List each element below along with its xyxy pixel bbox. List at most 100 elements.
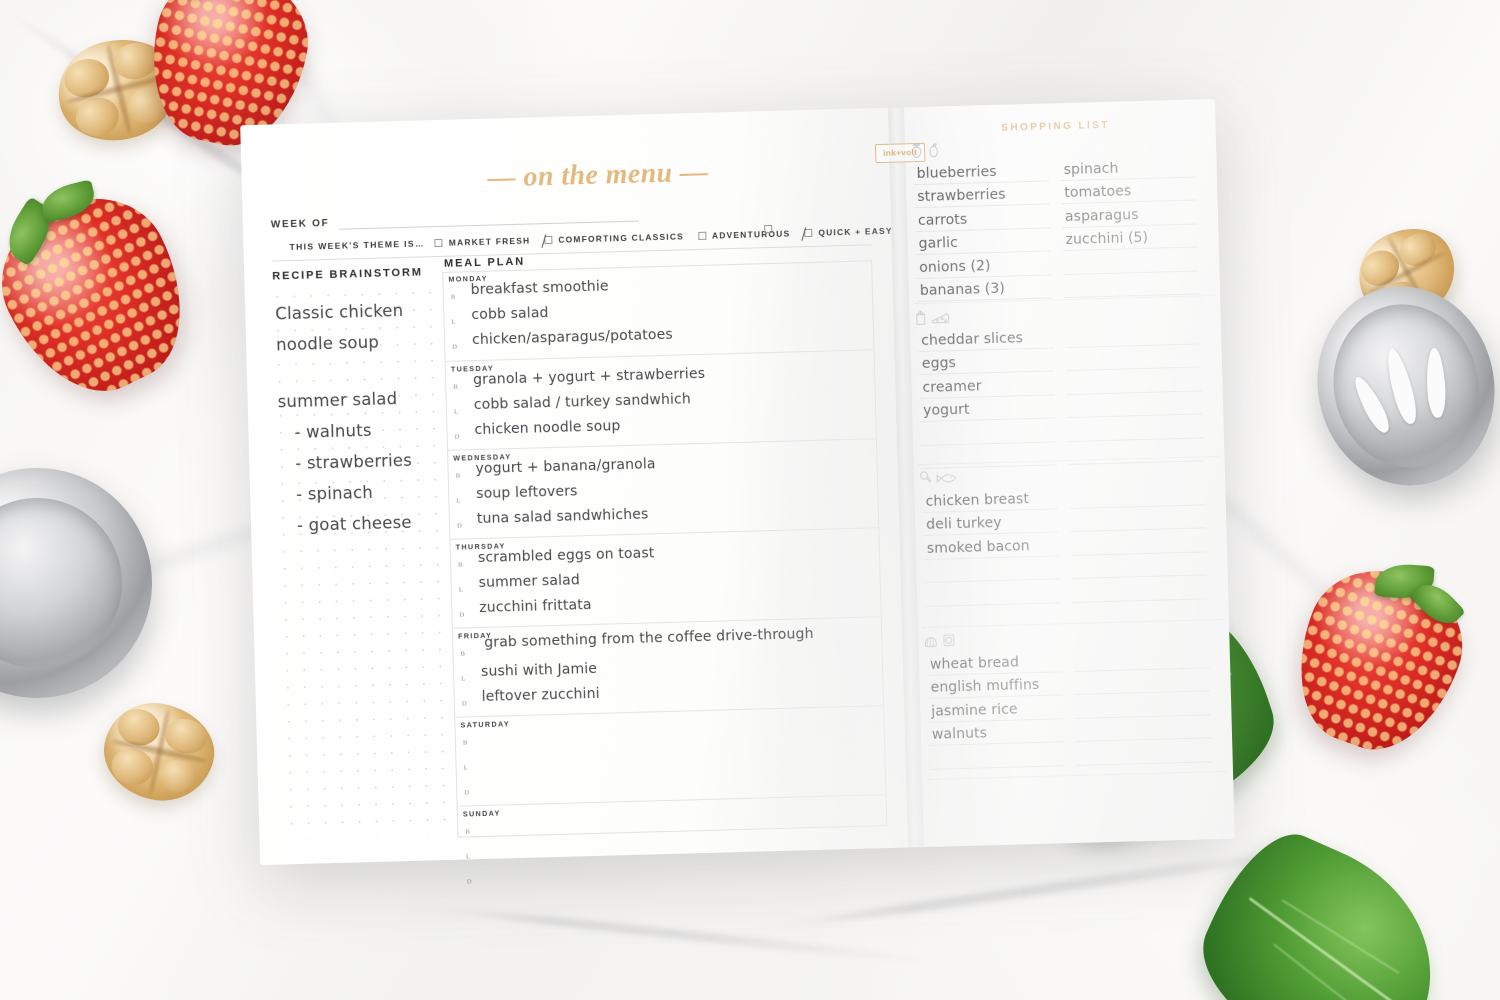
shopping-list-item: onions (2): [919, 257, 991, 276]
row-rule: [1076, 760, 1212, 766]
meal-slot-label: B: [453, 383, 459, 391]
shopping-list-item: creamer: [922, 377, 982, 396]
shopping-list-row[interactable]: [1064, 271, 1200, 299]
page-title: — on the menu —: [487, 156, 709, 194]
meal-entry-text: zucchini frittata: [479, 596, 592, 617]
section-separator: [922, 618, 1223, 629]
meal-entry-text: scrambled eggs on toast: [477, 545, 655, 567]
shopping-list-row[interactable]: [1072, 575, 1208, 603]
theme-option-market-fresh[interactable]: MARKET FRESH: [434, 236, 531, 249]
meal-slot-label: B: [458, 561, 463, 569]
day-name: SATURDAY: [460, 719, 511, 730]
shopping-list-item: zucchini (5): [1065, 229, 1149, 249]
drumstick-icon: [919, 471, 932, 485]
meal-entry-text: leftover zucchini: [481, 685, 600, 705]
shopping-list-item: smoked bacon: [926, 537, 1030, 557]
meal-slot-label: D: [461, 700, 468, 708]
meal-slot-label: L: [458, 586, 464, 594]
shopping-list-section: cheddar slices eggs creamer yogurt: [914, 302, 1214, 470]
meal-slot-label: B: [462, 739, 468, 747]
checkbox-blank-theme[interactable]: [764, 224, 773, 234]
theme-option-label: COMFORTING CLASSICS: [558, 231, 685, 245]
shopping-list-section: blueberries strawberries carrots garlic onio…: [910, 135, 1210, 303]
week-of-input[interactable]: [339, 220, 639, 230]
theme-label: THIS WEEK'S THEME IS…: [289, 238, 426, 253]
meal-entry-text: grab something from the coffee drive-thr…: [484, 625, 814, 651]
row-rule: [925, 601, 1061, 607]
week-of-label: WEEK OF: [270, 217, 330, 231]
theme-option-quick-easy[interactable]: QUICK + EASY: [804, 226, 893, 238]
shopping-list-row[interactable]: bananas (3): [917, 275, 1053, 303]
theme-selector: THIS WEEK'S THEME IS… MARKET FRESH COMFO…: [289, 225, 906, 252]
meal-slot-label: L: [451, 318, 456, 326]
shopping-list-item: jasmine rice: [931, 701, 1018, 720]
meal-slot-label: L: [453, 408, 459, 416]
row-rule: [1072, 597, 1208, 603]
section-icons: [910, 142, 940, 158]
shopping-list-row[interactable]: [1076, 738, 1212, 766]
checkbox-adventurous[interactable]: [697, 231, 707, 240]
shopping-list-row[interactable]: [925, 579, 1061, 607]
day-name: SUNDAY: [462, 808, 501, 819]
shopping-list-item: eggs: [921, 355, 957, 372]
shopping-list-item: tomatoes: [1064, 183, 1132, 202]
meal-slot-label: D: [452, 343, 458, 351]
meal-slot-label: B: [455, 472, 461, 480]
shopping-list-row[interactable]: [921, 442, 1057, 470]
meal-slot-label: B: [450, 293, 456, 301]
meal-plan-day: THURSDAY Bscrambled eggs on toast Lsummer …: [449, 527, 882, 628]
meal-slot-label: D: [454, 433, 460, 441]
brainstorm-line: - strawberries: [295, 450, 413, 473]
section-icons: [919, 470, 957, 485]
meal-entry-text: summer salad: [478, 572, 581, 592]
recipe-brainstorm-notes[interactable]: Classic chicken noodle soup summer salad…: [275, 294, 462, 542]
meal-slot-label: D: [464, 789, 470, 797]
checkbox-market-fresh[interactable]: [434, 238, 443, 248]
meal-slot-label: B: [460, 650, 466, 658]
bread-loaf-icon: [923, 636, 938, 648]
section-icons: [923, 633, 955, 648]
pear-icon: [927, 142, 940, 158]
shopping-list-item: bananas (3): [919, 280, 1006, 299]
shopping-list-item: blueberries: [916, 163, 997, 182]
meal-entry-text: tuna salad sandwhiches: [476, 506, 649, 528]
meal-entry-text: cobb salad: [471, 305, 549, 324]
theme-option-adventurous[interactable]: ADVENTUROUS: [697, 228, 791, 241]
shopping-list-section: wheat bread english muffins jasmine rice wa…: [923, 626, 1223, 770]
shopping-list-item: garlic: [918, 234, 959, 253]
meal-entry-text: breakfast smoothie: [470, 278, 609, 299]
section-separator: [927, 770, 1228, 780]
can-icon: [942, 633, 955, 647]
shopping-list-item: strawberries: [917, 186, 1006, 206]
cheese-wedge-icon: [930, 311, 950, 325]
shopping-list-item: chicken breast: [925, 490, 1030, 510]
meal-plan-day: SUNDAY B L D: [456, 794, 889, 895]
theme-option-comforting-classics[interactable]: COMFORTING CLASSICS: [544, 231, 684, 245]
meal-entry-text: granola + yogurt + strawberries: [472, 365, 706, 389]
checkbox-quick-easy[interactable]: [804, 228, 813, 238]
shopping-list-item: asparagus: [1064, 206, 1139, 225]
row-rule: [921, 464, 1057, 470]
meal-entry-text: yogurt + banana/granola: [475, 456, 656, 478]
shopping-list-item: carrots: [917, 211, 968, 229]
meal-plan-day: SATURDAY B L D: [454, 705, 887, 806]
section-icons: [914, 309, 950, 325]
recipe-brainstorm-heading: RECIPE BRAINSTORM: [272, 266, 424, 283]
meal-planner-notebook: — on the menu — ink+volt WEEK OF THIS WE…: [240, 98, 1235, 895]
shopping-list-row[interactable]: [1068, 438, 1204, 466]
meal-slot-label: B: [465, 828, 471, 836]
fish-icon: [936, 472, 957, 485]
milk-carton-icon: [914, 310, 926, 325]
shopping-list-row[interactable]: [929, 742, 1065, 770]
brainstorm-line: - walnuts: [294, 420, 372, 442]
row-rule: [929, 764, 1065, 770]
meal-slot-label: L: [461, 675, 466, 683]
shopping-list-item: walnuts: [931, 725, 988, 743]
shopping-list-item: cheddar slices: [921, 329, 1024, 349]
theme-option-label: ADVENTUROUS: [711, 228, 791, 241]
meal-plan-day: FRIDAY Bgrab something from the coffee dr…: [451, 616, 885, 717]
checkbox-comforting-classics[interactable]: [544, 235, 553, 245]
shopping-list-item: english muffins: [930, 676, 1040, 696]
meal-slot-label: D: [456, 522, 463, 530]
meal-slot-label: L: [463, 764, 469, 772]
